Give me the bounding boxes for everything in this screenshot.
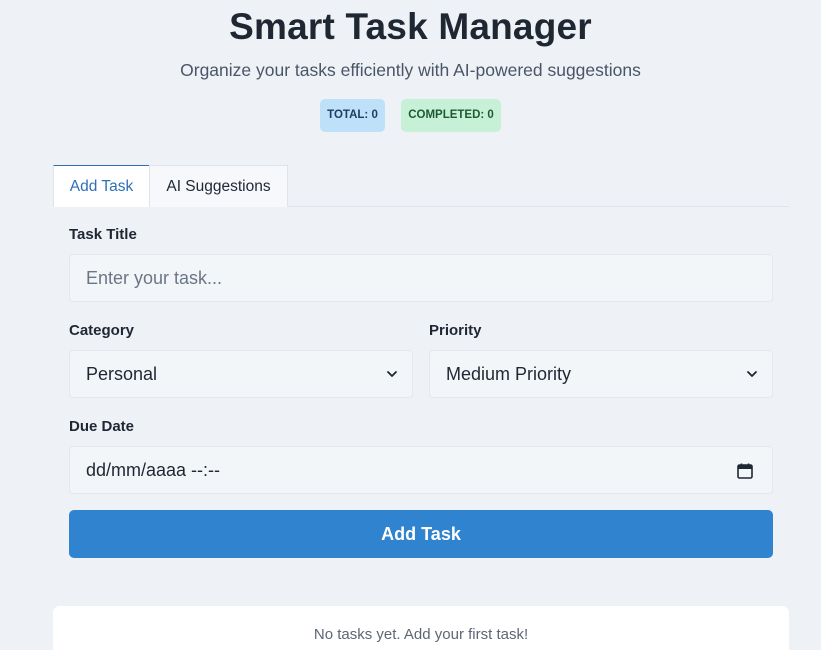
due-date-label: Due Date: [69, 418, 135, 435]
priority-select[interactable]: Medium Priority: [429, 350, 773, 398]
empty-state-message: No tasks yet. Add your first task!: [313, 626, 529, 643]
category-select[interactable]: Personal: [69, 350, 413, 398]
tab-add-task[interactable]: Add Task: [53, 165, 150, 207]
tab-ai-suggestions[interactable]: AI Suggestions: [149, 165, 288, 207]
due-date-value: dd/mm/aaaa --:--: [86, 459, 221, 480]
category-label: Category: [69, 322, 135, 339]
task-list: No tasks yet. Add your first task!: [53, 606, 789, 650]
chevron-down-icon: [747, 371, 757, 377]
task-title-label: Task Title: [69, 226, 137, 243]
page-subtitle: Organize your tasks efficiently with AI-…: [180, 60, 641, 80]
category-value: Personal: [86, 363, 158, 384]
total-badge: TOTAL: 0: [320, 99, 385, 132]
add-task-button[interactable]: Add Task: [69, 510, 773, 558]
tab-bar: Add Task AI Suggestions: [53, 165, 789, 207]
stats-bar: TOTAL: 0 COMPLETED: 0: [0, 99, 821, 132]
chevron-down-icon: [387, 371, 397, 377]
task-title-input[interactable]: [69, 254, 773, 302]
priority-label: Priority: [429, 322, 482, 339]
page-title: Smart Task Manager: [229, 6, 592, 47]
due-date-input[interactable]: dd/mm/aaaa --:--: [69, 446, 773, 494]
calendar-icon[interactable]: [736, 462, 754, 480]
task-manager-page: Smart Task Manager Organize your tasks e…: [0, 0, 821, 650]
priority-value: Medium Priority: [446, 363, 572, 384]
completed-badge: COMPLETED: 0: [401, 99, 501, 132]
